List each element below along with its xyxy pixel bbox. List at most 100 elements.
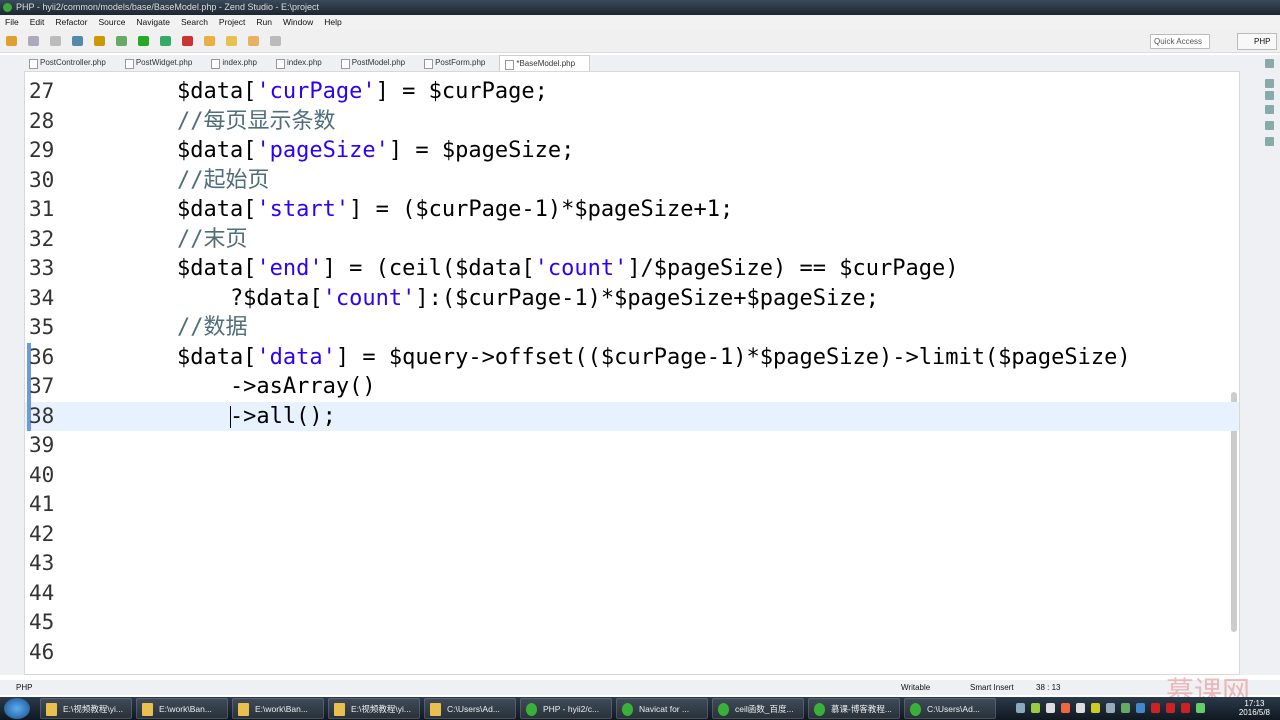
line-number: 39: [29, 433, 55, 457]
window-title: PHP - hyii2/common/models/base/BaseModel…: [16, 2, 319, 12]
tray-icon[interactable]: [1121, 703, 1130, 713]
status-writable: Writable: [901, 683, 931, 692]
code-line: 37 ->asArray(): [25, 372, 1239, 402]
tray-icon[interactable]: [1031, 703, 1040, 713]
quick-access-input[interactable]: Quick Access: [1150, 34, 1210, 49]
taskbar-item[interactable]: E:\work\Ban...: [232, 698, 324, 719]
toolbar: Quick Access PHP: [0, 29, 1280, 53]
code-token: $data[: [71, 344, 257, 370]
taskbar-item[interactable]: PHP - hyii2/c...: [520, 698, 612, 719]
toolbar-icon[interactable]: [226, 36, 237, 46]
menu-window[interactable]: Window: [283, 15, 313, 29]
string-literal: 'start': [256, 197, 350, 222]
code-editor[interactable]: 27 $data['curPage'] = $curPage; 28 //每页显示…: [24, 71, 1240, 675]
toolbar-icon[interactable]: [6, 36, 17, 46]
taskbar-item[interactable]: C:\Users\Ad...: [904, 698, 996, 719]
code-token: ->all();: [71, 403, 336, 429]
tray-icon[interactable]: [1181, 703, 1190, 713]
tray-icon[interactable]: [1106, 703, 1115, 713]
tab--basemodel-php[interactable]: *BaseModel.php: [499, 55, 591, 71]
menu-edit[interactable]: Edit: [30, 15, 45, 29]
php-perspective-button[interactable]: PHP: [1237, 33, 1277, 50]
code-line: 32 //末页: [25, 225, 1239, 255]
tab-index-php[interactable]: index.php: [206, 55, 271, 71]
right-trim: [1240, 55, 1280, 675]
code-line: 36 $data['data'] = $query->offset(($curP…: [25, 342, 1239, 373]
code-line: 42: [25, 520, 1239, 550]
tray-icon[interactable]: [1016, 703, 1025, 713]
line-number: 35: [29, 315, 55, 339]
menu-search[interactable]: Search: [181, 15, 208, 29]
line-number: 33: [29, 256, 55, 280]
taskbar-item[interactable]: 慕课-博客教程...: [808, 698, 900, 719]
text-cursor: [230, 405, 231, 428]
side-view-icon[interactable]: [1265, 79, 1274, 88]
code-token: $data[: [71, 256, 257, 281]
code-token: ] = $curPage;: [375, 79, 548, 104]
menu-refactor[interactable]: Refactor: [55, 15, 87, 29]
tray-icon[interactable]: [1046, 703, 1055, 713]
tab-postcontroller-php[interactable]: PostController.php: [24, 55, 120, 71]
tray-icon[interactable]: [1076, 703, 1085, 713]
tab-postmodel-php[interactable]: PostModel.php: [336, 55, 419, 71]
tray-icon[interactable]: [1136, 703, 1145, 713]
tray-icon[interactable]: [1061, 703, 1070, 713]
code-token: ] = $query->offset(($curPage-1)*$pageSiz…: [335, 344, 1131, 370]
toolbar-icon[interactable]: [204, 36, 215, 46]
taskbar-item[interactable]: E:\work\Ban...: [136, 698, 228, 719]
side-view-icon[interactable]: [1265, 105, 1274, 114]
clock[interactable]: 17:13 2016/5/8: [1239, 699, 1270, 717]
taskbar-item[interactable]: E:\视频教程\yi...: [328, 698, 420, 719]
toolbar-icon[interactable]: [182, 36, 193, 46]
side-view-icon[interactable]: [1265, 137, 1274, 146]
tray-icon[interactable]: [1151, 703, 1160, 713]
toolbar-icon[interactable]: [116, 36, 127, 46]
menu-project[interactable]: Project: [219, 15, 245, 29]
line-number: 28: [29, 108, 55, 133]
code-token: ] = $pageSize;: [388, 138, 575, 163]
menu-source[interactable]: Source: [98, 15, 125, 29]
taskbar-item[interactable]: Navicat for ...: [616, 698, 708, 719]
code-line: 27 $data['curPage'] = $curPage;: [25, 77, 1239, 107]
toolbar-icon[interactable]: [28, 36, 39, 46]
tab-postform-php[interactable]: PostForm.php: [419, 55, 499, 71]
side-view-icon[interactable]: [1265, 121, 1274, 130]
comment: //起始页: [71, 167, 270, 193]
code-token: ]:($curPage-1)*$pageSize+$pageSize;: [415, 285, 879, 311]
tray-icon[interactable]: [1166, 703, 1175, 713]
line-number: 31: [29, 197, 55, 221]
comment: //数据: [71, 315, 248, 340]
toolbar-icon[interactable]: [138, 36, 149, 46]
tab-index-php[interactable]: index.php: [271, 55, 336, 71]
tray-icon[interactable]: [1196, 703, 1205, 713]
menu-help[interactable]: Help: [324, 15, 341, 29]
toolbar-icon[interactable]: [72, 36, 83, 46]
side-view-icon[interactable]: [1265, 91, 1274, 100]
code-token: ]/$pageSize) == $curPage): [627, 256, 959, 281]
code-text: //每页显示条数: [71, 107, 336, 137]
toolbar-icon[interactable]: [94, 36, 105, 46]
code-token: ->asArray(): [71, 374, 376, 399]
code-text: $data['data'] = $query->offset(($curPage…: [71, 343, 1131, 373]
code-text: //起始页: [71, 166, 270, 196]
menu-run[interactable]: Run: [256, 15, 272, 29]
code-line: 34 ?$data['count']:($curPage-1)*$pageSiz…: [25, 284, 1239, 314]
taskbar-item[interactable]: C:\Users\Ad...: [424, 698, 516, 719]
side-view-icon[interactable]: [1265, 59, 1274, 68]
app-logo-icon: [3, 3, 12, 12]
tray-icon[interactable]: [1091, 703, 1100, 713]
toolbar-icon[interactable]: [160, 36, 171, 46]
line-number: 43: [29, 551, 55, 575]
code-token: $data[: [71, 138, 257, 163]
toolbar-icon[interactable]: [50, 36, 61, 46]
line-number: 30: [29, 167, 55, 192]
menu-navigate[interactable]: Navigate: [136, 15, 170, 29]
menu-file[interactable]: File: [5, 15, 19, 29]
taskbar-item[interactable]: ceil函数_百度...: [712, 698, 804, 719]
toolbar-icon[interactable]: [270, 36, 281, 46]
tab-postwidget-php[interactable]: PostWidget.php: [120, 55, 206, 71]
string-literal: 'data': [256, 344, 336, 370]
taskbar-item[interactable]: E:\视频教程\yi...: [40, 698, 132, 719]
start-button[interactable]: [4, 698, 30, 719]
toolbar-icon[interactable]: [248, 36, 259, 46]
